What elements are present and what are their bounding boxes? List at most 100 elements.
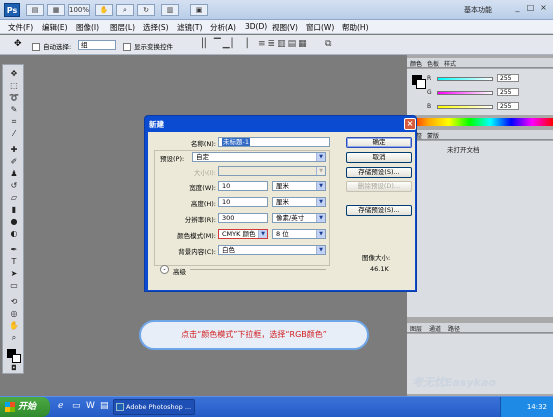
preset-dropdown[interactable]: 自定 ▼ (192, 152, 326, 162)
move-tool-icon[interactable]: ✥ (8, 69, 20, 79)
workspace-switcher[interactable]: 基本功能 (464, 5, 492, 15)
type-tool-icon[interactable]: T (8, 257, 20, 267)
folder-quicklaunch-icon[interactable]: ▤ (100, 401, 109, 411)
screen-mode-icon[interactable]: ▣ (190, 4, 208, 16)
menu-filter[interactable]: 滤镜(T) (177, 22, 202, 33)
auto-align-icon[interactable]: ⧉ (325, 39, 331, 49)
menu-image[interactable]: 图像(I) (76, 22, 99, 33)
menu-edit[interactable]: 编辑(E) (42, 22, 68, 33)
panel-background-swatch[interactable] (416, 79, 426, 89)
crop-tool-icon[interactable]: ⌗ (8, 117, 20, 127)
tab-masks[interactable]: 蒙版 (427, 131, 439, 140)
menu-layer[interactable]: 图层(L) (110, 22, 135, 33)
color-mode-dropdown[interactable]: CMYK 颜色 ▼ (218, 229, 268, 239)
clone-stamp-tool-icon[interactable]: ♟ (8, 169, 20, 179)
resolution-unit-dropdown[interactable]: 像素/英寸 ▼ (272, 213, 326, 223)
background-dropdown[interactable]: 白色 ▼ (218, 245, 326, 255)
cancel-button[interactable]: 取消 (346, 152, 412, 163)
lasso-tool-icon[interactable]: ➰ (8, 93, 20, 103)
arrange-documents-icon[interactable]: ▥ (161, 4, 179, 16)
move-tool-icon[interactable]: ✥ (14, 39, 22, 49)
zoom-level[interactable]: 100% (68, 4, 90, 16)
start-label: 开始 (18, 402, 37, 412)
color-spectrum-bar[interactable] (407, 118, 553, 126)
height-unit-dropdown[interactable]: 厘米 ▼ (272, 197, 326, 207)
blur-tool-icon[interactable]: ● (8, 217, 20, 227)
maximize-button[interactable]: □ (525, 3, 536, 14)
device-central-button[interactable]: 存储预设(S)... (346, 205, 412, 216)
history-brush-tool-icon[interactable]: ↺ (8, 181, 20, 191)
hand-tool-icon[interactable]: ✋ (8, 321, 20, 331)
tab-styles[interactable]: 样式 (444, 59, 456, 68)
3d-rotate-tool-icon[interactable]: ⟲ (8, 297, 20, 307)
align-buttons-icon[interactable]: ▕▏▔▁▏▕ (196, 39, 250, 49)
save-preset-button[interactable]: 存储预设(S)... (346, 167, 412, 178)
resolution-input[interactable]: 300 (218, 213, 268, 223)
width-input[interactable]: 10 (218, 181, 268, 191)
channel-r-value[interactable]: 255 (497, 74, 519, 82)
dodge-tool-icon[interactable]: ◐ (8, 229, 20, 239)
channel-g-slider[interactable] (437, 91, 493, 95)
shape-tool-icon[interactable]: ▭ (8, 281, 20, 291)
channel-g-label: G (427, 89, 432, 96)
advanced-toggle-icon[interactable]: ⌄ (160, 265, 169, 274)
word-quicklaunch-icon[interactable]: W (86, 401, 95, 411)
close-app-button[interactable]: × (538, 3, 549, 14)
photoshop-logo-icon: Ps (4, 3, 20, 17)
marquee-tool-icon[interactable]: ⬚ (8, 81, 20, 91)
quick-select-tool-icon[interactable]: ✎ (8, 105, 20, 115)
adjustments-panel: 未打开文档 (407, 141, 553, 317)
auto-select-label: 自动选择: (43, 43, 72, 51)
show-transform-checkbox[interactable] (123, 43, 131, 51)
dialog-close-button[interactable]: × (404, 118, 416, 130)
path-select-tool-icon[interactable]: ➤ (8, 269, 20, 279)
adjustments-panel-tabs: 调整 蒙版 (407, 130, 553, 140)
brush-tool-icon[interactable]: ✐ (8, 157, 20, 167)
auto-select-dropdown[interactable]: 组 (78, 40, 116, 50)
name-input[interactable]: 未标题-1 (218, 137, 330, 147)
eyedropper-tool-icon[interactable]: ⁄ (8, 129, 20, 139)
minimize-button[interactable]: _ (512, 3, 523, 14)
healing-tool-icon[interactable]: ✚ (8, 145, 20, 155)
taskbar-photoshop-item[interactable]: Adobe Photoshop ... (113, 399, 195, 415)
rotate-view-icon[interactable]: ↻ (137, 4, 155, 16)
tab-swatches[interactable]: 色板 (427, 59, 439, 68)
menu-view[interactable]: 视图(V) (272, 22, 298, 33)
hand-tool-icon[interactable]: ✋ (95, 4, 113, 16)
tab-color[interactable]: 颜色 (410, 59, 422, 68)
channel-b-value[interactable]: 255 (497, 102, 519, 110)
start-button[interactable]: 开始 (0, 397, 50, 417)
ie-quicklaunch-icon[interactable]: ℯ (58, 401, 63, 411)
pen-tool-icon[interactable]: ✒ (8, 245, 20, 255)
auto-select-checkbox[interactable] (32, 43, 40, 51)
tab-layers[interactable]: 图层 (410, 324, 422, 333)
channel-g-value[interactable]: 255 (497, 88, 519, 96)
menu-help[interactable]: 帮助(H) (342, 22, 369, 33)
zoom-tool-icon[interactable]: ⌕ (116, 4, 134, 16)
menu-window[interactable]: 窗口(W) (306, 22, 334, 33)
zoom-tool-icon[interactable]: ⌕ (8, 333, 20, 343)
height-input[interactable]: 10 (218, 197, 268, 207)
tab-paths[interactable]: 路径 (448, 324, 460, 333)
background-color-swatch[interactable] (12, 354, 21, 363)
tab-channels[interactable]: 通道 (429, 324, 441, 333)
width-unit-dropdown[interactable]: 厘米 ▼ (272, 181, 326, 191)
mini-bridge-icon[interactable]: ▦ (47, 4, 65, 16)
menu-analysis[interactable]: 分析(A) (210, 22, 236, 33)
eraser-tool-icon[interactable]: ▱ (8, 193, 20, 203)
menu-select[interactable]: 选择(S) (143, 22, 169, 33)
menu-3d[interactable]: 3D(D) (245, 22, 267, 31)
distribute-buttons-icon[interactable]: ≡≣▥▤▦ (258, 39, 309, 49)
desktop-quicklaunch-icon[interactable]: ▭ (72, 401, 81, 411)
bridge-icon[interactable]: ▤ (26, 4, 44, 16)
gradient-tool-icon[interactable]: ▮ (8, 205, 20, 215)
image-size-value: 46.1K (370, 265, 389, 273)
channel-r-slider[interactable] (437, 77, 493, 81)
ok-button[interactable]: 确定 (346, 137, 412, 148)
bit-depth-dropdown[interactable]: 8 位 ▼ (272, 229, 326, 239)
quick-mask-icon[interactable]: ◘ (8, 363, 20, 373)
menu-file[interactable]: 文件(F) (8, 22, 33, 33)
channel-b-slider[interactable] (437, 105, 493, 109)
width-label: 宽度(W): (189, 184, 216, 192)
3d-orbit-tool-icon[interactable]: ◎ (8, 309, 20, 319)
